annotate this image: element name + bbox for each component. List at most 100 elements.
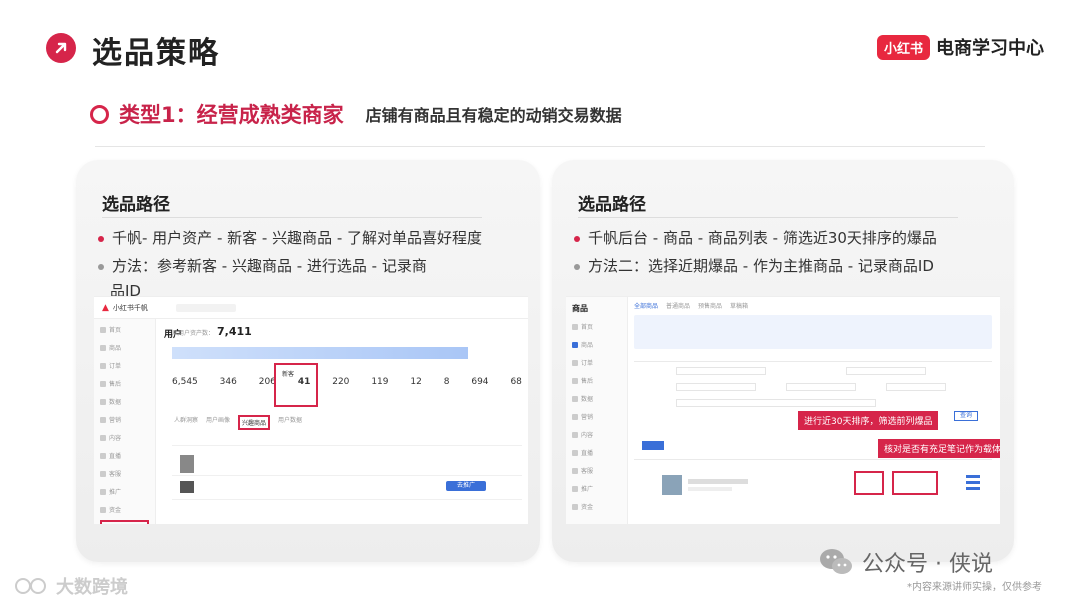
tab[interactable]: 用户数据 [278, 415, 302, 430]
sidebar-item[interactable]: 首页 [572, 319, 621, 334]
footer-note: *内容来源讲师实操，仅供参考 [907, 582, 1042, 593]
sidebar-item[interactable]: 售后 [100, 376, 149, 391]
filter-select[interactable] [786, 383, 856, 391]
slide: 选品策略 小红书 电商学习中心 类型1：经营成熟类商家 店铺有商品且有稳定的动销… [0, 0, 1080, 606]
tab[interactable]: 普通商品 [666, 301, 690, 310]
sidebar-item[interactable]: 推广 [100, 484, 149, 499]
sidebar-item[interactable]: 内容 [100, 430, 149, 445]
arrow-icon [46, 33, 76, 63]
batch-button[interactable] [642, 441, 664, 450]
tabs: 人群洞察 用户画像 兴趣商品 用户数据 [174, 415, 302, 430]
bullet-2: 方法：参考新客 - 兴趣商品 - 进行选品 - 记录商 [98, 252, 508, 280]
tabs: 全部商品 普通商品 预售商品 草稿箱 [634, 301, 748, 310]
sidebar-item[interactable]: 直播 [572, 445, 621, 460]
new-customer-highlight: 新客 [274, 363, 318, 407]
product-list-screenshot: 商品 首页 商品 订单 售后 数据 营销 内容 直播 客服 推广 资金 全部商品… [566, 296, 1000, 524]
sidebar-item[interactable]: 内容 [572, 427, 621, 442]
app-name: 小红书千帆 [112, 303, 148, 312]
sidebar-item[interactable]: 数据 [572, 391, 621, 406]
sidebar-item[interactable]: 资金 [572, 499, 621, 514]
ring-icon [90, 104, 109, 124]
type-description: 店铺有商品且有稳定的动销交易数据 [365, 106, 622, 125]
filter-input[interactable] [676, 367, 766, 375]
sidebar-item[interactable]: 商品 [572, 337, 621, 352]
sidebar-item[interactable]: 营销 [100, 412, 149, 427]
sidebar-item[interactable]: 直播 [100, 448, 149, 463]
sidebar-item[interactable]: 首页 [100, 322, 149, 337]
sidebar-item[interactable]: 商品 [100, 340, 149, 355]
bullet-1-text: 千帆- 用户资产 - 新客 - 兴趣商品 - 了解对单品喜好程度 [112, 229, 483, 247]
watermark: 大数跨境 [14, 573, 128, 599]
user-total: 从用户资产数： 7,411 [172, 325, 252, 338]
card-title: 选品路径 [578, 195, 646, 215]
tab[interactable]: 草稿箱 [730, 301, 748, 310]
callout-sort-30days: 进行近30天排序，筛选前列爆品 [798, 411, 939, 430]
callout-check-notes: 核对是否有充足笔记作为载体 [878, 439, 1000, 458]
stats-row: 6,545 346 206 41 220 119 12 8 694 68 [172, 377, 522, 387]
section-title: 商品 [572, 304, 588, 313]
stat-value: 220 [332, 377, 350, 387]
right-card: 选品路径 千帆后台 - 商品 - 商品列表 - 筛选近30天排序的爆品 方法二：… [552, 160, 1014, 562]
bullet-2-text: 方法：参考新客 - 兴趣商品 - 进行选品 - 记录商 [112, 257, 427, 275]
user-total-value: 7,411 [217, 325, 252, 338]
bullet-1: 千帆后台 - 商品 - 商品列表 - 筛选近30天排序的爆品 [574, 224, 984, 252]
card-title: 选品路径 [102, 195, 170, 215]
search-input[interactable] [175, 303, 236, 312]
sidebar-item[interactable]: 订单 [572, 355, 621, 370]
sidebar-item[interactable]: 售后 [572, 373, 621, 388]
left-card: 选品路径 千帆- 用户资产 - 新客 - 兴趣商品 - 了解对单品喜好程度 方法… [76, 160, 540, 562]
stat-value: 694 [471, 377, 489, 387]
bullet-dot-icon [574, 263, 580, 270]
brand-text: 电商学习中心 [936, 38, 1044, 59]
sidebar-item[interactable]: 营销 [572, 409, 621, 424]
sidebar-item-users[interactable]: 用户 [100, 520, 149, 524]
watermark-logo-icon [15, 578, 46, 594]
tab-interest-products[interactable]: 兴趣商品 [238, 415, 271, 430]
app-logo-icon: ▲ [102, 302, 109, 313]
stat-value: 6,545 [172, 377, 198, 387]
qianfan-screenshot: ▲ 小红书千帆 首页 商品 订单 售后 数据 营销 内容 直播 客服 推广 资金… [94, 296, 528, 524]
wechat-account: 公众号 · 侠说 [818, 546, 993, 578]
tab[interactable]: 用户画像 [206, 415, 230, 430]
tab[interactable]: 预售商品 [698, 301, 722, 310]
sidebar-item[interactable]: 客服 [100, 466, 149, 481]
stat-value: 346 [219, 377, 237, 387]
notice-banner [634, 315, 992, 349]
bullet-2: 方法二：选择近期爆品 - 作为主推商品 - 记录商品ID [574, 252, 984, 280]
filter-input[interactable] [846, 367, 926, 375]
search-button[interactable]: 查询 [954, 411, 978, 421]
sidebar: 商品 首页 商品 订单 售后 数据 营销 内容 直播 客服 推广 资金 [566, 297, 628, 524]
filter-input[interactable] [676, 399, 876, 407]
product-thumbnail [180, 455, 194, 473]
page-title: 选品策略 [92, 36, 220, 71]
product-thumbnail [180, 481, 194, 493]
sidebar-item[interactable]: 客服 [572, 463, 621, 478]
sidebar-item[interactable]: 数据 [100, 394, 149, 409]
notes-highlight [892, 471, 938, 495]
card-underline [102, 217, 482, 218]
wechat-icon [820, 549, 852, 574]
wechat-label: 公众号 · 侠说 [862, 552, 993, 577]
brand-logo: 小红书 [876, 34, 930, 60]
sidebar-item[interactable]: 推广 [572, 481, 621, 496]
sidebar-item[interactable]: 资金 [100, 502, 149, 517]
filter-select[interactable] [886, 383, 946, 391]
sidebar-item[interactable]: 订单 [100, 358, 149, 373]
bullet-1: 千帆- 用户资产 - 新客 - 兴趣商品 - 了解对单品喜好程度 [98, 224, 508, 252]
promote-button[interactable]: 去推广 [446, 481, 486, 491]
stat-value: 68 [510, 377, 522, 387]
bullet-2-text: 方法二：选择近期爆品 - 作为主推商品 - 记录商品ID [588, 257, 934, 275]
bullet-1-text: 千帆后台 - 商品 - 商品列表 - 筛选近30天排序的爆品 [588, 229, 937, 247]
filter-select[interactable] [676, 383, 756, 391]
topbar: ▲ 小红书千帆 [94, 297, 528, 319]
card-underline [578, 217, 958, 218]
divider [95, 146, 985, 147]
type-title: 类型1：经营成熟类商家 [119, 103, 344, 127]
product-thumbnail [662, 475, 682, 495]
funnel-bar [172, 347, 468, 359]
tab-all-products[interactable]: 全部商品 [634, 301, 658, 310]
type-row: 类型1：经营成熟类商家 店铺有商品且有稳定的动销交易数据 [90, 99, 622, 129]
tab[interactable]: 人群洞察 [174, 415, 198, 430]
bullet-dot-icon [574, 235, 580, 242]
sidebar: 首页 商品 订单 售后 数据 营销 内容 直播 客服 推广 资金 用户 [94, 319, 156, 524]
